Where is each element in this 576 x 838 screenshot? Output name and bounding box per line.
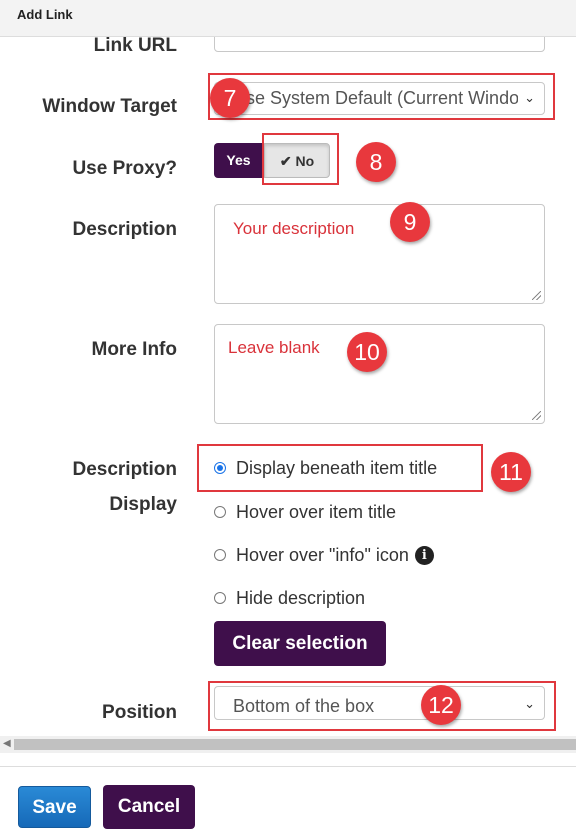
description-value: Your description — [233, 219, 355, 238]
description-display-label-line2: Display — [109, 494, 177, 515]
annotation-badge-9: 9 — [390, 202, 430, 242]
annotation-box-11 — [197, 444, 483, 492]
annotation-badge-8: 8 — [356, 142, 396, 182]
annotation-badge-11: 11 — [491, 452, 531, 492]
radio-option-hover-info[interactable]: Hover over "info" icon i — [214, 544, 434, 566]
resize-handle[interactable] — [532, 291, 541, 300]
dialog-footer: Save Cancel — [0, 766, 576, 838]
annotation-badge-12: 12 — [421, 685, 461, 725]
radio-option-label: Hide description — [236, 587, 366, 608]
radio-option-label: Hover over "info" icon — [236, 544, 409, 565]
dialog-titlebar: Add Link — [0, 0, 576, 37]
horizontal-scrollbar[interactable]: ◀ — [0, 736, 576, 753]
dialog-body[interactable]: Link URL Window Target Use System Defaul… — [0, 37, 576, 736]
scrollbar-thumb[interactable] — [14, 739, 576, 750]
radio-button[interactable] — [214, 592, 226, 604]
position-label: Position — [102, 702, 177, 723]
description-label: Description — [72, 219, 177, 240]
window-target-label: Window Target — [42, 96, 177, 117]
cancel-button[interactable]: Cancel — [103, 785, 195, 829]
info-icon: i — [414, 545, 434, 565]
radio-option-hide[interactable]: Hide description — [214, 587, 365, 609]
radio-option-label: Hover over item title — [236, 501, 397, 522]
annotation-badge-10: 10 — [347, 332, 387, 372]
annotation-box-12 — [208, 681, 556, 731]
more-info-value: Leave blank — [228, 338, 320, 357]
use-proxy-label: Use Proxy? — [72, 158, 177, 179]
clear-selection-button[interactable]: Clear selection — [214, 621, 386, 666]
link-url-input[interactable] — [214, 37, 545, 52]
more-info-label: More Info — [91, 339, 178, 360]
radio-button[interactable] — [214, 549, 226, 561]
proxy-yes-button[interactable]: Yes — [214, 143, 263, 178]
radio-button[interactable] — [214, 506, 226, 518]
link-url-label: Link URL — [93, 37, 177, 56]
dialog-title: Add Link — [17, 7, 73, 22]
save-button[interactable]: Save — [18, 786, 91, 828]
radio-option-hover-title[interactable]: Hover over item title — [214, 501, 396, 523]
description-textarea[interactable]: Your description — [214, 204, 545, 304]
annotation-badge-7: 7 — [210, 78, 250, 118]
description-display-label-line1: Description — [72, 459, 177, 480]
resize-handle[interactable] — [532, 411, 541, 420]
annotation-box-8 — [262, 133, 339, 185]
annotation-box-7 — [208, 73, 555, 120]
scroll-left-icon[interactable]: ◀ — [3, 738, 11, 749]
